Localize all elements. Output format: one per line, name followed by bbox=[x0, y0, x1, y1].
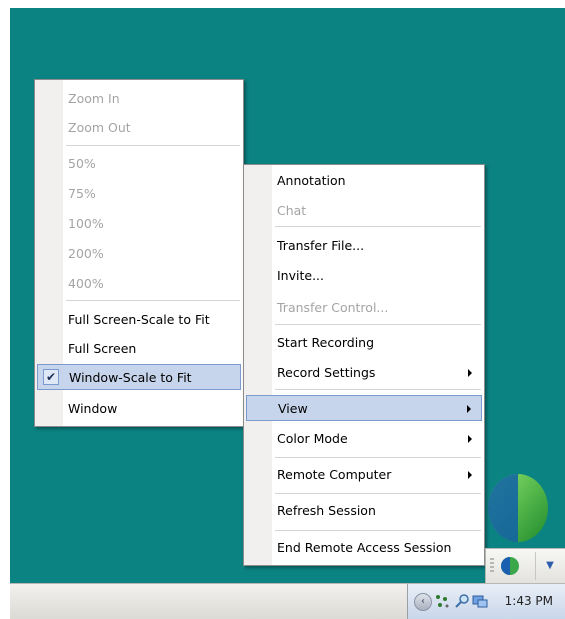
view-submenu: Zoom In Zoom Out 50% 75% 100% 200% 400% … bbox=[34, 79, 244, 427]
menu-separator bbox=[275, 226, 481, 227]
menu-item-record-settings[interactable]: Record Settings bbox=[246, 360, 482, 386]
menu-item-label: 200% bbox=[68, 246, 104, 261]
menu-item-chat[interactable]: Chat bbox=[246, 198, 482, 224]
menu-item-transfer-file[interactable]: Transfer File... bbox=[246, 233, 482, 259]
app-logo-icon bbox=[488, 474, 548, 542]
menu-item-label: Full Screen-Scale to Fit bbox=[68, 312, 210, 327]
menu-item-window[interactable]: Window bbox=[37, 396, 241, 422]
tray-flyout: ▼ bbox=[485, 548, 565, 584]
menu-item-label: View bbox=[278, 401, 308, 416]
menu-item-invite[interactable]: Invite... bbox=[246, 263, 482, 289]
menu-item-full-screen[interactable]: Full Screen bbox=[37, 336, 241, 362]
menu-item-label: Start Recording bbox=[277, 335, 375, 350]
menu-item-label: Record Settings bbox=[277, 365, 376, 380]
menu-item-remote-computer[interactable]: Remote Computer bbox=[246, 462, 482, 488]
menu-item-zoom-100[interactable]: 100% bbox=[37, 211, 241, 237]
menu-item-label: Color Mode bbox=[277, 431, 348, 446]
menu-item-label: Zoom In bbox=[68, 91, 120, 106]
menu-item-refresh-session[interactable]: Refresh Session bbox=[246, 498, 482, 524]
menu-item-zoom-200[interactable]: 200% bbox=[37, 241, 241, 267]
menu-item-zoom-out[interactable]: Zoom Out bbox=[37, 115, 241, 141]
dropdown-arrow-icon[interactable]: ▼ bbox=[541, 559, 559, 573]
menu-item-label: Full Screen bbox=[68, 341, 137, 356]
menu-item-label: 50% bbox=[68, 156, 96, 171]
menu-item-label: End Remote Access Session bbox=[277, 540, 452, 555]
taskbar: ‹ 1:43 PM bbox=[10, 583, 565, 619]
menu-separator bbox=[275, 493, 481, 494]
submenu-arrow-icon bbox=[468, 471, 472, 479]
menu-item-label: Zoom Out bbox=[68, 120, 131, 135]
menu-item-label: Transfer File... bbox=[277, 238, 365, 253]
menu-item-label: Window bbox=[68, 401, 118, 416]
network-icon[interactable] bbox=[434, 593, 450, 609]
menu-item-label: Annotation bbox=[277, 173, 346, 188]
grip-handle[interactable] bbox=[490, 558, 494, 574]
menu-item-zoom-50[interactable]: 50% bbox=[37, 151, 241, 177]
menu-item-view[interactable]: View bbox=[246, 395, 482, 421]
checkmark-icon: ✔ bbox=[43, 369, 59, 385]
menu-item-annotation[interactable]: Annotation bbox=[246, 168, 482, 194]
submenu-arrow-icon bbox=[468, 435, 472, 443]
menu-item-zoom-75[interactable]: 75% bbox=[37, 181, 241, 207]
menu-item-label: 400% bbox=[68, 276, 104, 291]
menu-separator bbox=[275, 457, 481, 458]
menu-separator bbox=[275, 389, 481, 390]
share-icon[interactable] bbox=[472, 593, 488, 609]
menu-item-label: Transfer Control... bbox=[277, 300, 389, 315]
menu-item-color-mode[interactable]: Color Mode bbox=[246, 426, 482, 452]
chevron-left-icon[interactable]: ‹ bbox=[414, 593, 432, 611]
system-tray: ‹ 1:43 PM bbox=[408, 584, 565, 619]
menu-separator bbox=[66, 145, 240, 146]
context-menu: Annotation Chat Transfer File... Invite.… bbox=[243, 164, 485, 566]
menu-item-window-scale-to-fit[interactable]: ✔ Window-Scale to Fit bbox=[37, 364, 241, 390]
menu-item-label: Refresh Session bbox=[277, 503, 376, 518]
menu-separator bbox=[275, 530, 481, 531]
menu-item-label: Remote Computer bbox=[277, 467, 392, 482]
menu-item-label: Window-Scale to Fit bbox=[69, 370, 192, 385]
menu-separator bbox=[66, 300, 240, 301]
menu-item-start-recording[interactable]: Start Recording bbox=[246, 330, 482, 356]
submenu-arrow-icon bbox=[467, 405, 471, 413]
menu-item-label: 100% bbox=[68, 216, 104, 231]
submenu-arrow-icon bbox=[468, 369, 472, 377]
magnifier-icon[interactable] bbox=[454, 593, 470, 609]
menu-item-full-screen-scale-to-fit[interactable]: Full Screen-Scale to Fit bbox=[37, 307, 241, 333]
menu-item-label: Invite... bbox=[277, 268, 324, 283]
menu-item-zoom-in[interactable]: Zoom In bbox=[37, 86, 241, 112]
remote-access-app-icon[interactable] bbox=[500, 556, 520, 576]
clock[interactable]: 1:43 PM bbox=[505, 594, 553, 608]
flyout-divider bbox=[535, 552, 536, 580]
menu-item-end-remote-access-session[interactable]: End Remote Access Session bbox=[246, 535, 482, 561]
menu-separator bbox=[275, 324, 481, 325]
menu-item-transfer-control[interactable]: Transfer Control... bbox=[246, 295, 482, 321]
menu-item-zoom-400[interactable]: 400% bbox=[37, 271, 241, 297]
menu-item-label: Chat bbox=[277, 203, 307, 218]
menu-item-label: 75% bbox=[68, 186, 96, 201]
